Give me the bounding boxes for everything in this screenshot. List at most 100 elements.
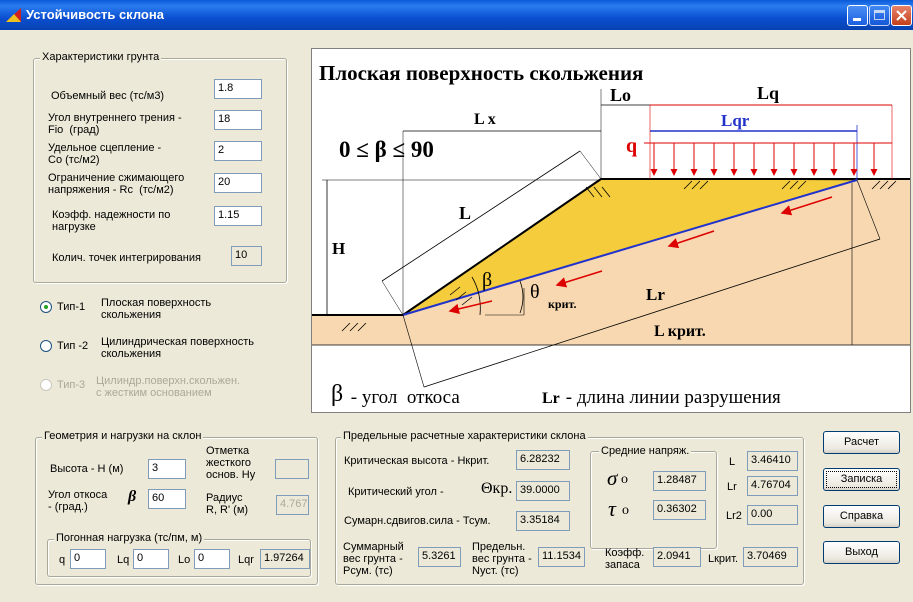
label-q: q [626, 135, 638, 157]
type-2-radio[interactable] [40, 340, 52, 352]
window-title: Устойчивость склона [26, 7, 164, 22]
radius-label: Радиус R, R' (м) [206, 492, 249, 516]
l-crit-value: 3.70469 [743, 547, 798, 567]
footer-lr-text: - длина линии разрушения [561, 387, 781, 408]
sigma-value: 1.28487 [653, 471, 706, 491]
lr2-value: 0.00 [747, 505, 798, 525]
compression-limit-label: Ограничение сжимающего напряжения - Rc (… [48, 172, 185, 196]
critical-angle-label: Критический угол - [348, 486, 444, 498]
geometry-group-legend: Геометрия и нагрузки на склон [42, 430, 204, 442]
footer-beta-text: - угол откоса [346, 387, 460, 408]
safety-factor-value: 2.0941 [653, 547, 701, 567]
compression-limit-input[interactable]: 20 [214, 173, 262, 193]
load-factor-label: Коэфф. надежности по нагрузке [52, 209, 171, 233]
shear-force-value: 3.35184 [516, 511, 570, 531]
lo-label: Lo [178, 554, 191, 566]
stress-group-legend: Средние напряж. [599, 445, 692, 457]
maximize-button[interactable] [869, 5, 890, 26]
diagram-title: Плоская поверхность скольжения [319, 61, 644, 85]
q-label: q [59, 554, 66, 566]
tau-value: 0.36302 [653, 500, 706, 520]
type-2-option[interactable]: Тип -2 Цилиндрическая поверхность скольж… [40, 336, 290, 366]
exit-button[interactable]: Выход [823, 541, 900, 564]
calculate-button[interactable]: Расчет [823, 431, 900, 454]
lq-input[interactable]: 0 [133, 549, 169, 569]
close-icon [896, 10, 907, 21]
results-group-legend: Предельные расчетные характеристики скло… [341, 430, 588, 442]
type-2-radio-label: Тип -2 [57, 340, 89, 352]
label-theta: θ [530, 281, 540, 303]
type-2-description: Цилиндрическая поверхность скольжения [101, 336, 255, 360]
lo-input[interactable]: 0 [194, 549, 230, 569]
load-factor-input[interactable]: 1.15 [214, 206, 262, 226]
critical-angle-symbol: Θкр. [481, 480, 513, 497]
integration-points-value: 10 [231, 246, 262, 266]
minimize-button[interactable] [847, 5, 868, 26]
label-lx: L x [474, 111, 496, 128]
l-crit-label: Lкрит. [708, 553, 739, 565]
load-arrows [650, 143, 878, 176]
height-label: Высота - H (м) [50, 463, 124, 475]
footer-lr-symbol: Lr [542, 390, 560, 407]
q-input[interactable]: 0 [70, 549, 106, 569]
type-1-option[interactable]: Тип-1 Плоская поверхность скольжения [40, 297, 290, 327]
label-theta-sub: крит. [548, 297, 577, 311]
integration-points-label: Колич. точек интегрирования [52, 252, 201, 264]
critical-height-label: Критическая высота - Нкрит. [344, 455, 490, 467]
critical-height-value: 6.28232 [516, 450, 570, 470]
tau-symbol: τ [608, 496, 616, 521]
sigma-symbol: σ [607, 466, 618, 490]
lr-value: 4.76704 [747, 476, 798, 496]
lr-label: Lr [727, 481, 737, 493]
friction-angle-label: Угол внутреннего трения - Fio (град) [48, 112, 182, 136]
soil-group-legend: Характеристики грунта [40, 51, 162, 63]
safety-factor-label: Коэфф. запаса [605, 547, 645, 571]
help-button[interactable]: Справка [823, 505, 900, 528]
shear-force-label: Сумарн.сдвигов.сила - Тсум. [344, 515, 491, 527]
friction-angle-input[interactable]: 18 [214, 110, 262, 130]
cohesion-input[interactable]: 2 [214, 141, 262, 161]
footer-beta-symbol: β [331, 381, 344, 407]
cohesion-label: Удельное сцепление - Co (тс/м2) [48, 142, 162, 166]
lqr-value: 1.97264 [260, 549, 310, 569]
critical-angle-value: 39.0000 [516, 481, 570, 501]
l-value: 3.46410 [747, 451, 798, 471]
lr2-label: Lr2 [726, 510, 742, 522]
type-1-radio[interactable] [40, 301, 52, 313]
label-lcrit: L крит. [654, 323, 706, 340]
sigma-sub: o [621, 472, 628, 487]
slope-angle-symbol: β [128, 488, 137, 505]
label-beta: β [482, 269, 493, 291]
hard-base-mark-value [275, 459, 309, 479]
type-1-description: Плоская поверхность скольжения [101, 297, 212, 321]
close-button[interactable] [891, 5, 912, 26]
label-lr: Lr [646, 285, 665, 304]
radius-value: 4.767 [276, 495, 309, 515]
slope-angle-input[interactable]: 60 [148, 489, 186, 509]
diagram-formula: 0 ≤ β ≤ 90 [339, 137, 434, 162]
height-input[interactable]: 3 [148, 459, 186, 479]
type-3-radio [40, 379, 52, 391]
title-bar[interactable]: Устойчивость склона [0, 0, 913, 30]
density-input[interactable]: 1.8 [214, 79, 262, 99]
type-3-radio-label: Тип-3 [57, 379, 86, 391]
label-lq: Lq [757, 83, 780, 103]
total-weight-label: Суммарный вес грунта - Pсум. (тс) [343, 541, 404, 577]
limit-weight-label: Предельн. вес грунта - Nуст. (тс) [472, 541, 532, 577]
lqr-label: Lqr [238, 554, 254, 566]
l-label: L [729, 456, 736, 468]
label-lo: Lo [610, 85, 632, 105]
tau-sub: o [622, 503, 629, 518]
type-1-radio-label: Тип-1 [57, 301, 86, 313]
total-weight-value: 5.3261 [418, 547, 461, 567]
report-button[interactable]: Записка [823, 468, 900, 491]
app-icon [6, 8, 21, 22]
type-3-description: Цилиндр.поверхн.скольжен. с жестким осно… [96, 375, 241, 399]
label-lqr: Lqr [721, 111, 750, 130]
load-group-legend: Погонная нагрузка (тс/пм, м) [54, 532, 205, 544]
slope-angle-label: Угол откоса - (град.) [48, 489, 108, 513]
label-l: L [459, 203, 472, 223]
type-3-option: Тип-3 Цилиндр.поверхн.скольжен. с жестки… [40, 375, 290, 405]
hard-base-mark-label: Отметка жесткого основ. Hy [206, 445, 256, 481]
density-label: Объемный вес (тс/м3) [51, 90, 165, 102]
